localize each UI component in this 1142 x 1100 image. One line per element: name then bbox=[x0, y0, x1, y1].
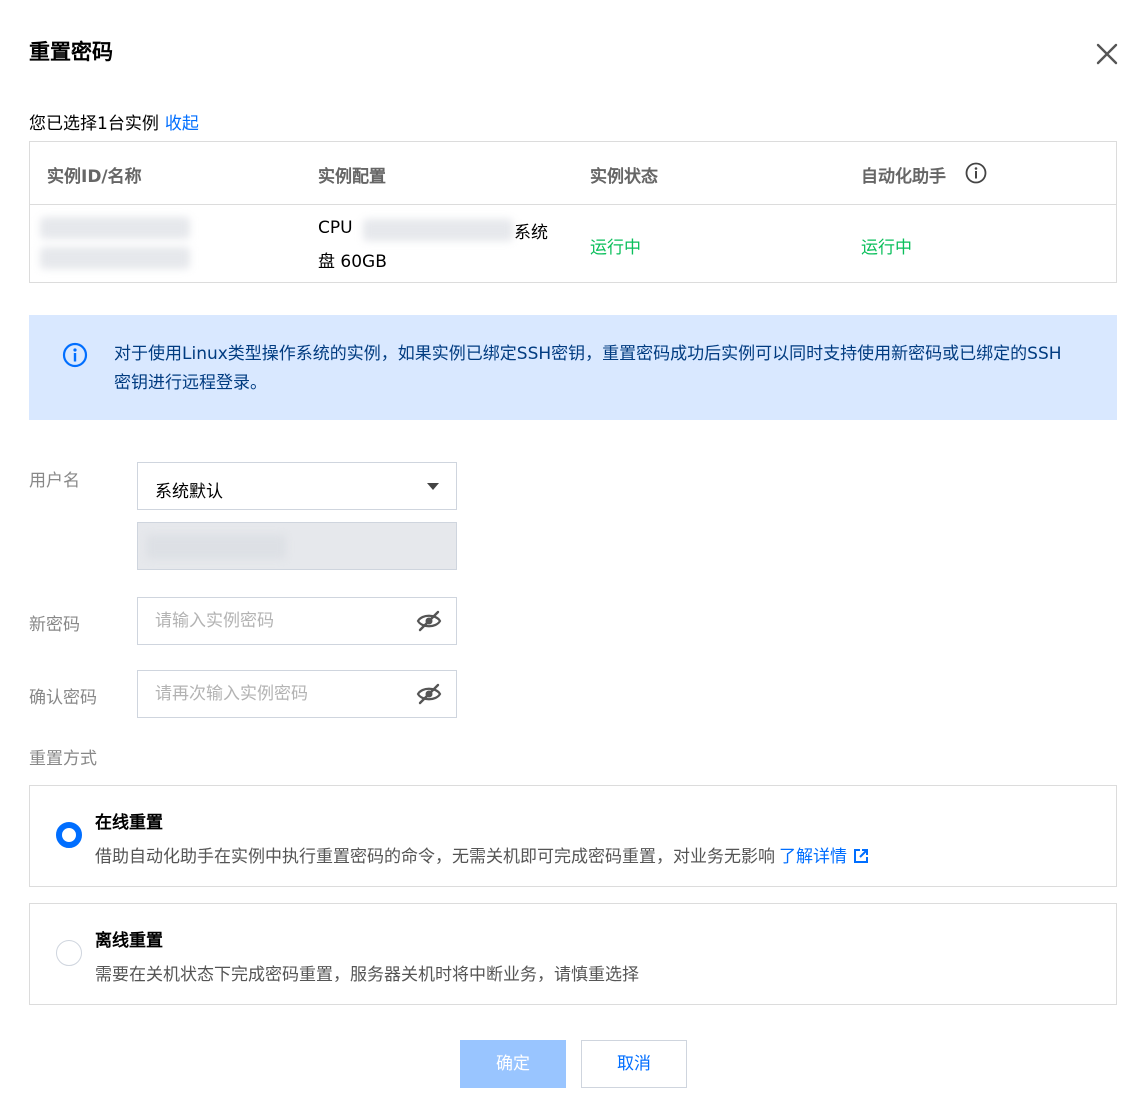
confirm-password-field bbox=[137, 670, 457, 718]
notice-text: 对于使用Linux类型操作系统的实例，如果实例已绑定SSH密钥，重置密码成功后实… bbox=[114, 344, 1062, 393]
cancel-button[interactable]: 取消 bbox=[581, 1040, 687, 1088]
header-instance-id: 实例ID/名称 bbox=[47, 167, 142, 187]
redacted-username bbox=[146, 535, 286, 559]
header-instance-status: 实例状态 bbox=[590, 167, 658, 187]
online-reset-desc: 借助自动化助手在实例中执行重置密码的命令，无需关机即可完成密码重置，对业务无影响 bbox=[95, 847, 775, 867]
caret-down-icon bbox=[427, 483, 439, 490]
notice-banner: 对于使用Linux类型操作系统的实例，如果实例已绑定SSH密钥，重置密码成功后实… bbox=[29, 315, 1117, 420]
collapse-link[interactable]: 收起 bbox=[165, 114, 199, 134]
username-select[interactable]: 系统默认 bbox=[137, 462, 457, 510]
instance-table: 实例ID/名称 实例配置 实例状态 自动化助手 CPU 系统 盘 60GB 运行… bbox=[29, 141, 1117, 283]
external-link-icon[interactable] bbox=[853, 848, 869, 864]
reset-method-label: 重置方式 bbox=[29, 749, 97, 769]
username-display-field bbox=[137, 522, 457, 570]
header-automation-assistant: 自动化助手 bbox=[861, 167, 946, 187]
confirm-password-input[interactable] bbox=[138, 671, 408, 717]
username-value: 系统默认 bbox=[155, 482, 223, 502]
info-icon[interactable] bbox=[965, 162, 987, 184]
redacted-config bbox=[363, 219, 513, 241]
username-label: 用户名 bbox=[29, 471, 80, 491]
option-online-reset[interactable]: 在线重置 借助自动化助手在实例中执行重置密码的命令，无需关机即可完成密码重置，对… bbox=[29, 785, 1117, 887]
confirm-password-label: 确认密码 bbox=[29, 688, 97, 708]
config-prefix: CPU bbox=[318, 218, 353, 238]
close-icon[interactable] bbox=[1093, 40, 1121, 68]
eye-off-icon[interactable] bbox=[416, 683, 442, 705]
online-reset-title: 在线重置 bbox=[95, 813, 163, 833]
table-row: CPU 系统 盘 60GB 运行中 运行中 bbox=[30, 205, 1116, 283]
online-reset-desc-row: 借助自动化助手在实例中执行重置密码的命令，无需关机即可完成密码重置，对业务无影响… bbox=[95, 842, 869, 867]
config-suffix: 系统 bbox=[514, 223, 548, 243]
option-offline-reset[interactable]: 离线重置 需要在关机状态下完成密码重置，服务器关机时将中断业务，请慎重选择 bbox=[29, 903, 1117, 1005]
redacted-instance-id bbox=[40, 217, 190, 239]
selection-summary: 您已选择1台实例 收起 bbox=[29, 109, 199, 134]
new-password-input[interactable] bbox=[138, 598, 408, 644]
offline-reset-title: 离线重置 bbox=[95, 931, 163, 951]
redacted-instance-name bbox=[40, 247, 190, 269]
dialog-title: 重置密码 bbox=[29, 40, 113, 64]
learn-more-link[interactable]: 了解详情 bbox=[779, 847, 847, 867]
config-line2: 盘 60GB bbox=[318, 252, 387, 272]
new-password-field bbox=[137, 597, 457, 645]
confirm-button[interactable]: 确定 bbox=[460, 1040, 566, 1088]
table-header: 实例ID/名称 实例配置 实例状态 自动化助手 bbox=[30, 142, 1116, 205]
header-instance-config: 实例配置 bbox=[318, 167, 386, 187]
assistant-status: 运行中 bbox=[861, 238, 912, 258]
selection-text: 您已选择1台实例 bbox=[29, 114, 159, 134]
instance-status: 运行中 bbox=[590, 238, 641, 258]
eye-off-icon[interactable] bbox=[416, 610, 442, 632]
info-icon bbox=[62, 342, 88, 368]
radio-online-selected[interactable] bbox=[56, 822, 82, 848]
new-password-label: 新密码 bbox=[29, 615, 80, 635]
radio-offline[interactable] bbox=[56, 940, 82, 966]
offline-reset-desc: 需要在关机状态下完成密码重置，服务器关机时将中断业务，请慎重选择 bbox=[95, 965, 639, 985]
